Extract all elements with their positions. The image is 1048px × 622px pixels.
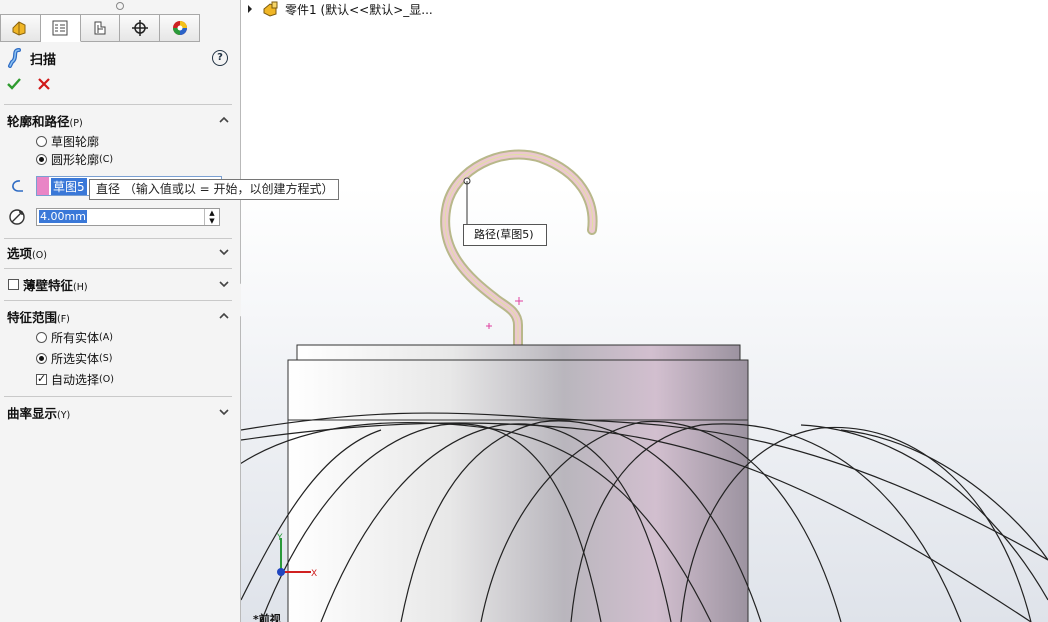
section-profile-path[interactable]: 轮廓和路径(P) [0,109,234,131]
color-wheel-icon [172,21,187,35]
diameter-input[interactable]: 4.00mm ▲ ▼ [36,208,220,226]
radio-button[interactable] [36,352,47,364]
section-options[interactable]: 选项(O) [0,241,234,263]
section-title: 轮廓和路径(P) [7,113,83,129]
section-curvature-display[interactable]: 曲率显示(Y) [0,401,234,423]
section-feature-scope[interactable]: 特征范围(F) [0,305,234,327]
section-title: 选项(O) [7,245,47,261]
chevron-down-icon[interactable] [218,246,230,258]
configuration-manager-icon [94,21,106,35]
divider [4,238,232,239]
feature-manager-tab[interactable] [0,14,41,42]
ok-button[interactable] [6,76,22,92]
path-icon [12,180,23,192]
selection-color-swatch [37,177,49,195]
manager-tabs [0,14,200,42]
path-selection-item[interactable]: 草图5 [51,178,87,195]
radio-all-bodies[interactable]: 所有实体 (A) [36,328,113,346]
section-thin-feature[interactable]: 薄壁特征(H) [0,273,234,295]
display-manager-tab[interactable] [160,14,200,42]
view-orientation-label: *前视 [253,613,281,622]
tooltip: 直径 （输入值或以 = 开始，以创建方程式） [89,179,339,200]
lantern-body [241,412,1048,622]
diameter-row: 4.00mm ▲ ▼ [8,206,223,228]
chevron-up-icon[interactable] [218,114,230,126]
path-callout[interactable]: 路径(草图5) [463,224,547,246]
feature-header: 扫描 ? [6,48,234,68]
section-title: 曲率显示(Y) [7,405,71,421]
property-manager-panel: 扫描 ? 轮廓和路径(P) 草图轮廓 圆形轮廓 (C) 草图5 直径 （输入值或以… [0,0,339,622]
dimxpert-tab[interactable] [120,14,161,42]
ok-cancel-bar [6,76,52,92]
radio-selected-bodies[interactable]: 所选实体 (S) [36,349,112,367]
chevron-up-icon[interactable] [218,310,230,322]
radio-circle-profile[interactable]: 圆形轮廓 (C) [36,150,113,168]
radio-button[interactable] [36,153,47,165]
radio-button[interactable] [36,135,47,147]
cancel-button[interactable] [36,76,52,92]
section-title: 薄壁特征(H) [23,277,88,293]
feature-manager-icon [12,21,26,36]
cap-body [287,344,749,421]
panel-grip[interactable] [116,2,124,10]
sweep-icon [8,48,21,68]
model-view: Y X [241,149,1048,622]
diameter-icon [9,209,25,225]
graphics-viewport[interactable]: 零件1 (默认<<默认>_显... Y X 路径(草图5) *前视 [241,0,1048,622]
property-manager-icon [52,20,68,36]
section-title: 特征范围(F) [7,309,70,325]
radio-sketch-profile[interactable]: 草图轮廓 [36,132,99,150]
chevron-down-icon[interactable] [218,278,230,290]
divider [4,396,232,397]
property-manager-tab[interactable] [40,14,81,42]
checkbox[interactable] [36,372,47,385]
help-icon[interactable]: ? [212,50,228,66]
radio-button[interactable] [36,331,47,343]
crosshair-icon [131,20,148,36]
diameter-spinner[interactable]: ▲ ▼ [204,209,219,225]
chevron-down-icon[interactable] [218,406,230,418]
thin-feature-checkbox[interactable] [8,278,19,290]
checkbox-auto-select[interactable]: 自动选择(O) [36,370,114,388]
y-axis-label: Y [276,533,283,543]
divider [4,268,232,269]
configuration-manager-tab[interactable] [80,14,121,42]
divider [4,104,232,105]
diameter-value[interactable]: 4.00mm [39,210,87,223]
divider [4,300,232,301]
x-axis-label: X [311,569,317,579]
feature-title: 扫描 [30,52,57,68]
